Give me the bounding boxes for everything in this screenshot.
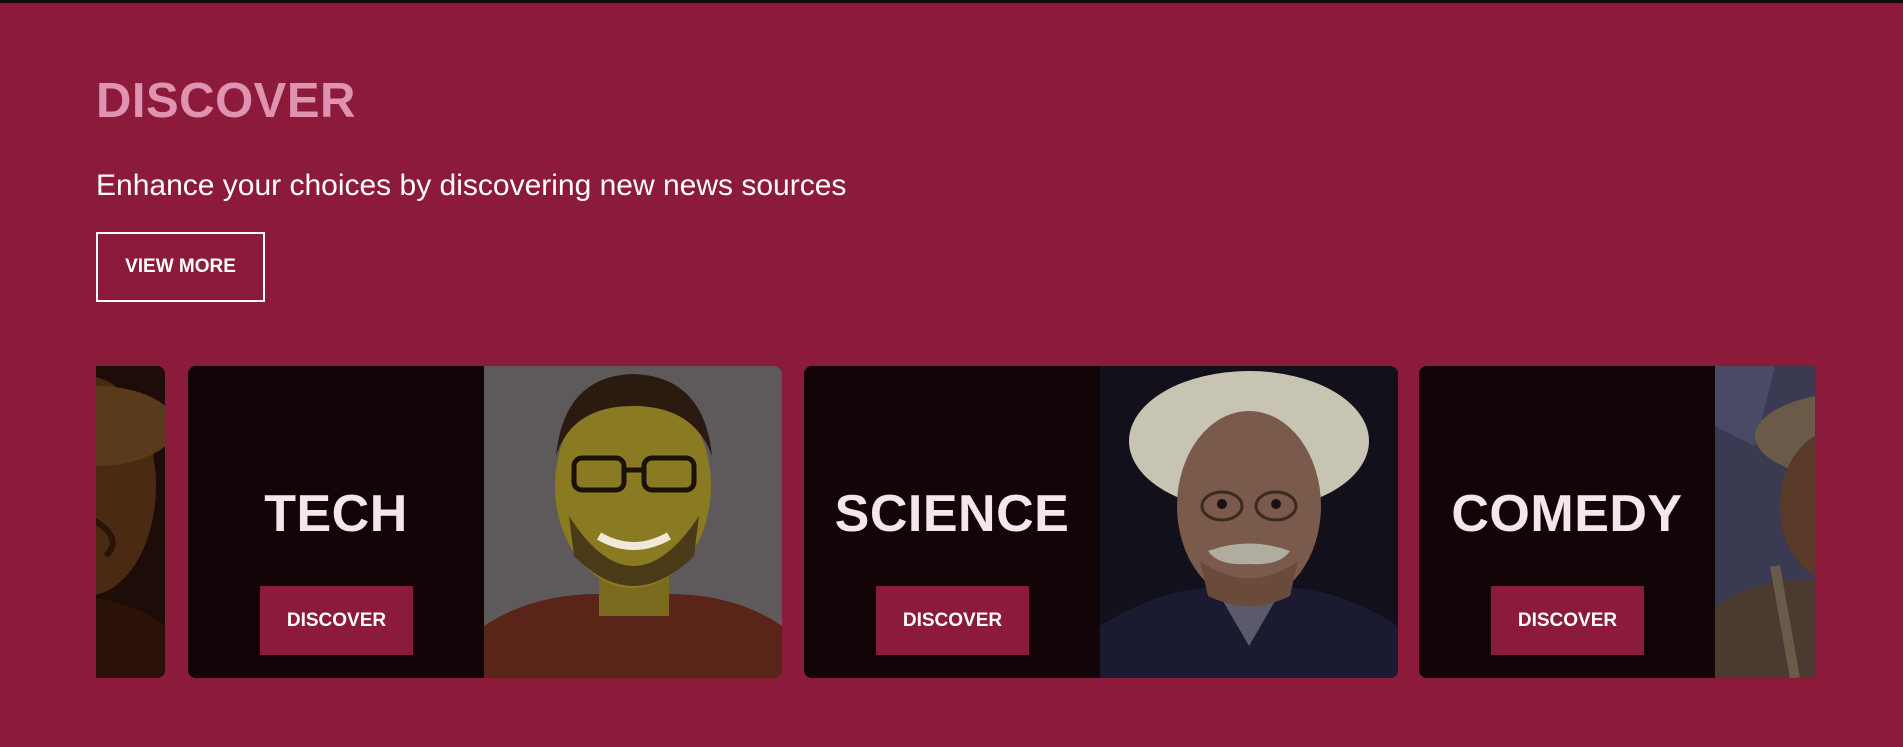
category-card-tech[interactable]: TECH DISCOVER bbox=[188, 366, 782, 678]
category-card-comedy[interactable]: COMEDY DISCOVER bbox=[1419, 366, 1815, 678]
card-title: COMEDY bbox=[1451, 485, 1683, 543]
discover-button-tech[interactable]: DISCOVER bbox=[260, 586, 413, 655]
category-card-science[interactable]: SCIENCE DISCOVER bbox=[804, 366, 1398, 678]
category-card-partial-left[interactable] bbox=[96, 366, 165, 678]
portrait-image bbox=[96, 366, 165, 678]
discover-button-comedy[interactable]: DISCOVER bbox=[1491, 586, 1644, 655]
section-subtitle: Enhance your choices by discovering new … bbox=[96, 169, 847, 202]
section-heading: DISCOVER bbox=[96, 74, 356, 128]
card-title: TECH bbox=[264, 485, 408, 543]
card-title: SCIENCE bbox=[834, 485, 1070, 543]
discover-button-science[interactable]: DISCOVER bbox=[876, 586, 1029, 655]
science-portrait-image bbox=[1100, 366, 1398, 678]
comedy-portrait-image bbox=[1715, 366, 1815, 678]
view-more-button[interactable]: VIEW MORE bbox=[96, 232, 265, 302]
category-carousel[interactable]: TECH DISCOVER SCIENCE DISCOVER COMEDY DI… bbox=[96, 366, 1815, 678]
tech-portrait-image bbox=[484, 366, 782, 678]
